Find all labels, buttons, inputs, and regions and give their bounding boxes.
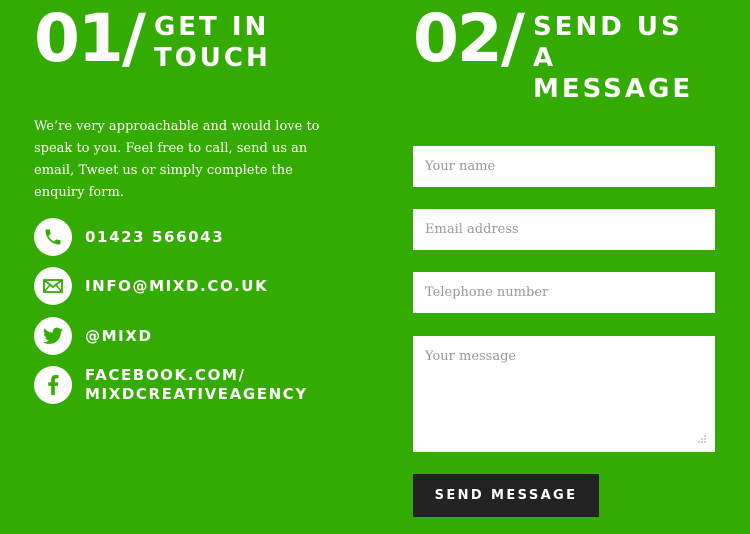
intro-text: We’re very approachable and would love t… [34, 119, 320, 200]
section-title: GET IN TOUCH [154, 12, 271, 74]
contact-phone-text: 01423 566043 [85, 227, 225, 246]
contact-email-text: INFO@MIXD.CO.UK [85, 276, 269, 295]
contact-facebook[interactable]: FACEBOOK.COM/ MIXDCREATIVEAGENCY [34, 366, 308, 404]
email-input[interactable]: Email address [413, 209, 715, 250]
section-title-line: SEND US [532, 12, 683, 42]
contact-facebook-line: MIXDCREATIVEAGENCY [85, 385, 308, 403]
contact-facebook-text: FACEBOOK.COM/ MIXDCREATIVEAGENCY [85, 366, 308, 404]
section-number: 01/ [34, 0, 146, 77]
name-input-placeholder: Your name [425, 159, 496, 174]
email-input-placeholder: Email address [425, 222, 519, 237]
message-form-section: 02/ SEND US A MESSAGE Your name Email ad… [413, 0, 716, 517]
contact-email[interactable]: INFO@MIXD.CO.UK [34, 267, 268, 305]
section-heading-send-message: 02/ SEND US A MESSAGE [413, 0, 716, 105]
contact-phone[interactable]: 01423 566043 [34, 218, 224, 256]
phone-icon [34, 218, 72, 256]
telephone-input-placeholder: Telephone number [425, 285, 549, 300]
contact-twitter-text: @MIXD [85, 326, 153, 345]
envelope-icon [34, 267, 72, 305]
message-textarea[interactable]: Your message [413, 336, 715, 452]
contact-twitter[interactable]: @MIXD [34, 317, 153, 355]
section-title-line: TOUCH [153, 43, 271, 73]
contact-info-section: 01/ GET IN TOUCH We’re very approachable… [34, 0, 364, 404]
message-textarea-placeholder: Your message [425, 349, 517, 364]
telephone-input[interactable]: Telephone number [413, 272, 715, 313]
twitter-icon [34, 317, 72, 355]
section-title-line: GET IN [153, 12, 270, 42]
contact-facebook-line: FACEBOOK.COM/ [85, 366, 246, 384]
send-message-button[interactable]: SEND MESSAGE [413, 474, 599, 517]
section-title-line: MESSAGE [532, 74, 694, 104]
facebook-icon [34, 366, 72, 404]
section-title: SEND US A MESSAGE [533, 12, 693, 105]
section-number: 02/ [413, 0, 525, 77]
name-input[interactable]: Your name [413, 146, 715, 187]
resize-grip-icon[interactable] [698, 435, 706, 443]
section-heading-get-in-touch: 01/ GET IN TOUCH [34, 0, 364, 74]
section-title-line: A [532, 43, 557, 73]
